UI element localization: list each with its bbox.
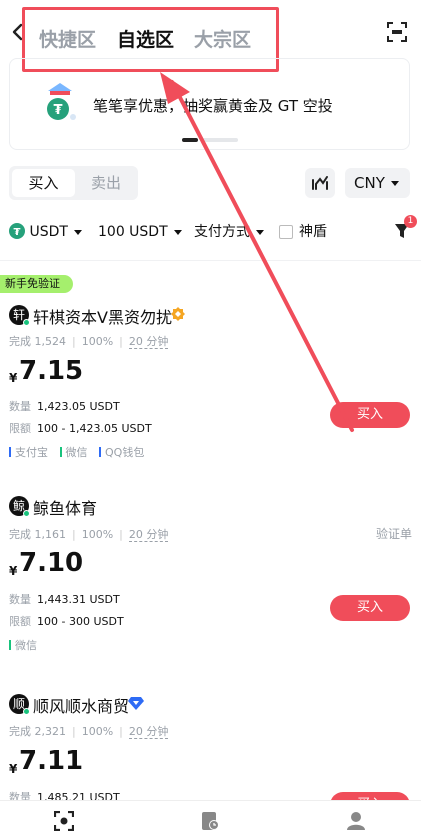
profile-icon[interactable] (346, 811, 366, 831)
p2p-icon[interactable] (54, 811, 74, 831)
orders-icon[interactable] (200, 811, 220, 831)
annotation-arrow (160, 72, 354, 432)
bottom-nav (0, 800, 421, 832)
